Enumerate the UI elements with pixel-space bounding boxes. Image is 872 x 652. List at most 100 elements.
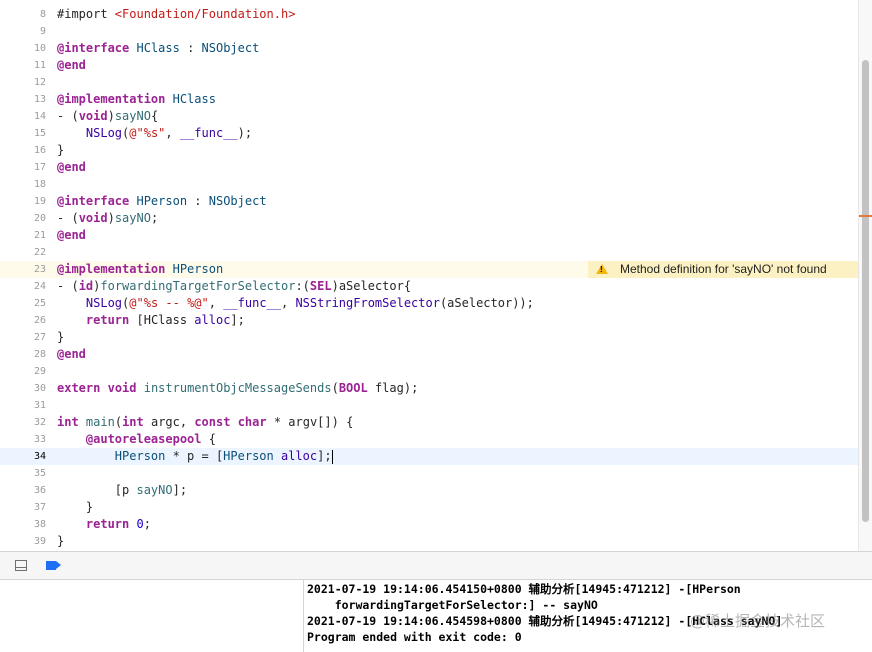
code-token: #import	[57, 7, 115, 21]
code-text: - (void)sayNO;	[57, 210, 158, 227]
code-token: }	[57, 143, 65, 157]
code-line[interactable]: 31	[0, 397, 858, 414]
code-line[interactable]: 14 - (void)sayNO{	[0, 108, 858, 125]
code-token: NSLog	[85, 296, 123, 310]
code-token: ];	[172, 483, 188, 497]
code-line[interactable]: 38 return 0;	[0, 516, 858, 533]
code-token: int	[57, 415, 79, 429]
code-line[interactable]: 39}	[0, 533, 858, 550]
code-line[interactable]: 18	[0, 176, 858, 193]
code-token: HPerson	[223, 449, 274, 463]
code-line[interactable]: 28 @end	[0, 346, 858, 363]
code-token: ];	[230, 313, 245, 327]
code-line[interactable]: 23 @implementation HPerson Method definiti…	[0, 261, 858, 278]
line-number: 20	[33, 213, 46, 224]
code-line[interactable]: 26 return [HClass alloc];	[0, 312, 858, 329]
code-text: #import <Foundation/Foundation.h>	[57, 6, 295, 23]
code-line[interactable]: 13 @implementation HClass	[0, 91, 858, 108]
code-line[interactable]: 19 @interface HPerson : NSObject	[0, 193, 858, 210]
code-line[interactable]: 11 @end	[0, 57, 858, 74]
code-token: @end	[57, 228, 86, 242]
code-line[interactable]: 20 - (void)sayNO;	[0, 210, 858, 227]
console-line: 2021-07-19 19:14:06.454150+0800 辅助分析[149…	[307, 582, 741, 596]
line-number: 27	[33, 332, 46, 343]
code-token: }	[57, 534, 65, 548]
code-line[interactable]: 30 extern void instrumentObjcMessageSends…	[0, 380, 858, 397]
code-token: [HClass	[129, 313, 195, 327]
line-number: 19	[33, 196, 46, 207]
line-number: 33	[33, 434, 46, 445]
code-token: sayNO	[114, 109, 151, 123]
line-number: 14	[33, 111, 46, 122]
code-token: HClass	[136, 41, 180, 55]
code-token: :(	[295, 279, 310, 293]
code-text: [p sayNO];	[57, 482, 187, 499]
code-token: @interface	[57, 41, 130, 55]
line-number: 16	[33, 145, 46, 156]
code-token: BOOL	[338, 381, 368, 395]
code-line[interactable]: 16}	[0, 142, 858, 159]
code-token: ;	[143, 517, 151, 531]
code-line[interactable]: 32 int main(int argc, const char * argv[]…	[0, 414, 858, 431]
code-line[interactable]: 29	[0, 363, 858, 380]
code-token: ,	[208, 296, 224, 310]
code-token: :	[187, 194, 209, 208]
code-text: - (void)sayNO{	[57, 108, 158, 125]
code-line[interactable]: 24 - (id)forwardingTargetForSelector:(SEL…	[0, 278, 858, 295]
code-line[interactable]: 10 @interface HClass : NSObject	[0, 40, 858, 57]
code-token: @"%s -- %@"	[129, 296, 209, 310]
code-text: }	[57, 499, 93, 516]
warning-annotation[interactable]: Method definition for 'sayNO' not found	[588, 261, 858, 278]
code-token: )	[107, 109, 115, 123]
code-text: }	[57, 329, 64, 346]
code-line[interactable]: 25 NSLog(@"%s -- %@", __func__, NSString…	[0, 295, 858, 312]
code-token: - (	[57, 279, 79, 293]
console-line: Program ended with exit code: 0	[307, 630, 522, 644]
code-token: @autoreleasepool	[85, 432, 202, 446]
console-line: forwardingTargetForSelector:] -- sayNO	[307, 598, 598, 612]
code-line[interactable]: 27}	[0, 329, 858, 346]
code-token: char	[237, 415, 267, 429]
line-number: 10	[33, 43, 46, 54]
code-token: alloc	[194, 313, 231, 327]
code-token: HClass	[172, 92, 216, 106]
code-line[interactable]: 33 @autoreleasepool {	[0, 431, 858, 448]
code-token: @implementation	[57, 92, 166, 106]
code-token: NSObject	[208, 194, 267, 208]
console-divider[interactable]	[303, 580, 304, 652]
code-text: return [HClass alloc];	[57, 312, 245, 329]
code-line[interactable]: 12	[0, 74, 858, 91]
code-line[interactable]: 8 #import <Foundation/Foundation.h>	[0, 6, 858, 23]
code-line[interactable]: 17 @end	[0, 159, 858, 176]
hide-debug-area-icon[interactable]	[15, 560, 27, 571]
code-token: NSStringFromSelector	[295, 296, 440, 310]
code-editor[interactable]: 8 #import <Foundation/Foundation.h> 9 10 @in…	[0, 0, 858, 551]
code-line[interactable]: 21 @end	[0, 227, 858, 244]
code-line[interactable]: 9	[0, 23, 858, 40]
code-line[interactable]: 34 HPerson * p = [HPerson alloc];	[0, 448, 858, 465]
line-number: 12	[33, 77, 46, 88]
breakpoint-toggle-icon[interactable]	[46, 561, 61, 570]
code-token: ];	[317, 449, 332, 463]
code-token: HPerson	[114, 449, 166, 463]
code-line[interactable]: 15 NSLog(@"%s", __func__);	[0, 125, 858, 142]
line-number: 37	[33, 502, 46, 513]
code-token: HPerson	[172, 262, 224, 276]
code-line[interactable]: 35	[0, 465, 858, 482]
code-token: @end	[57, 58, 86, 72]
code-token: @interface	[57, 194, 130, 208]
code-line[interactable]: 22	[0, 244, 858, 261]
code-text: extern void instrumentObjcMessageSends(B…	[57, 380, 418, 397]
code-token: void	[78, 211, 108, 225]
code-line[interactable]: 36 [p sayNO];	[0, 482, 858, 499]
line-number: 8	[39, 9, 46, 20]
scrollbar-thumb[interactable]	[862, 60, 869, 522]
code-token: {	[201, 432, 216, 446]
editor-scrollbar[interactable]	[858, 0, 872, 551]
code-line[interactable]: 37 }	[0, 499, 858, 516]
code-token: flag);	[367, 381, 419, 395]
